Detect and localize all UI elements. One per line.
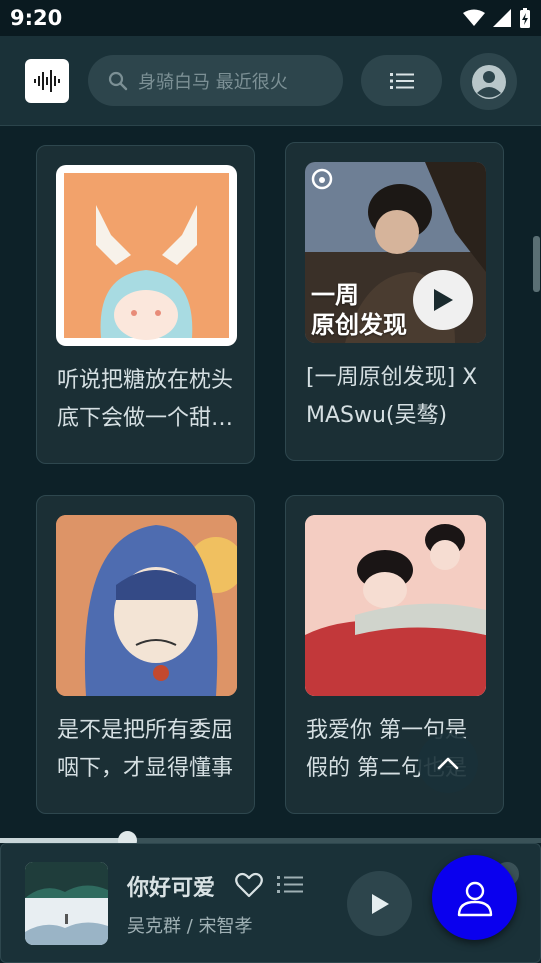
playlist-cover: 一周 原创发现 <box>305 162 486 343</box>
playlist-title: [一周原创发现] XMASwu(吴骜) <box>306 365 478 428</box>
wifi-icon <box>463 9 485 26</box>
cover-caption-line1: 一周 <box>311 281 359 309</box>
playlist-card[interactable]: 一周 原创发现 [一周原创发现] XMASwu(吴骜) <box>285 142 504 461</box>
battery-charging-icon <box>520 8 530 28</box>
playlist-cover <box>56 515 237 696</box>
list-icon <box>389 72 414 89</box>
play-pause-button[interactable] <box>347 871 412 936</box>
search-placeholder: 身骑白马 最近很火 <box>138 71 288 93</box>
song-title[interactable]: 你好可爱 <box>127 870 215 902</box>
account-button[interactable] <box>460 53 517 110</box>
scrollbar[interactable] <box>533 236 540 292</box>
search-bar[interactable]: 身骑白马 最近很火 <box>88 55 343 106</box>
account-icon <box>471 64 506 99</box>
audio-wave-icon <box>34 70 60 92</box>
now-playing-cover <box>25 862 108 945</box>
playlist-title: 听说把糖放在枕头底下会做一个甜甜的梦 <box>57 368 234 431</box>
song-artist: 吴克群 / 宋智孝 <box>127 916 253 937</box>
play-icon <box>434 289 453 311</box>
status-bar: 9:20 <box>0 0 541 36</box>
play-icon <box>371 893 389 914</box>
status-icons <box>463 8 531 28</box>
netease-logo <box>311 168 333 190</box>
heart-outline-icon[interactable] <box>235 872 263 898</box>
playlist-title: 是不是把所有委屈咽下，才显得懂事 <box>57 718 234 781</box>
chevron-up-icon <box>437 757 459 770</box>
playlist-card[interactable]: 听说把糖放在枕头底下会做一个甜甜的梦 <box>36 145 255 464</box>
cover-caption-line2: 原创发现 <box>311 311 407 339</box>
cover-caption: 一周 原创发现 <box>311 280 407 340</box>
signal-icon <box>493 9 511 27</box>
play-overlay-button[interactable] <box>413 270 473 330</box>
playlist-cover <box>56 165 237 346</box>
playlist-cover <box>305 515 486 696</box>
person-icon <box>457 881 492 916</box>
profile-fab[interactable] <box>432 855 517 940</box>
status-time: 9:20 <box>10 6 63 30</box>
scroll-to-top-button[interactable] <box>418 733 478 793</box>
list-button[interactable] <box>361 55 442 106</box>
app-logo[interactable] <box>25 59 69 103</box>
queue-icon[interactable] <box>277 874 303 896</box>
search-icon <box>108 71 128 90</box>
playlist-card[interactable]: 是不是把所有委屈咽下，才显得懂事 <box>36 495 255 814</box>
app-header: 身骑白马 最近很火 <box>0 36 541 126</box>
